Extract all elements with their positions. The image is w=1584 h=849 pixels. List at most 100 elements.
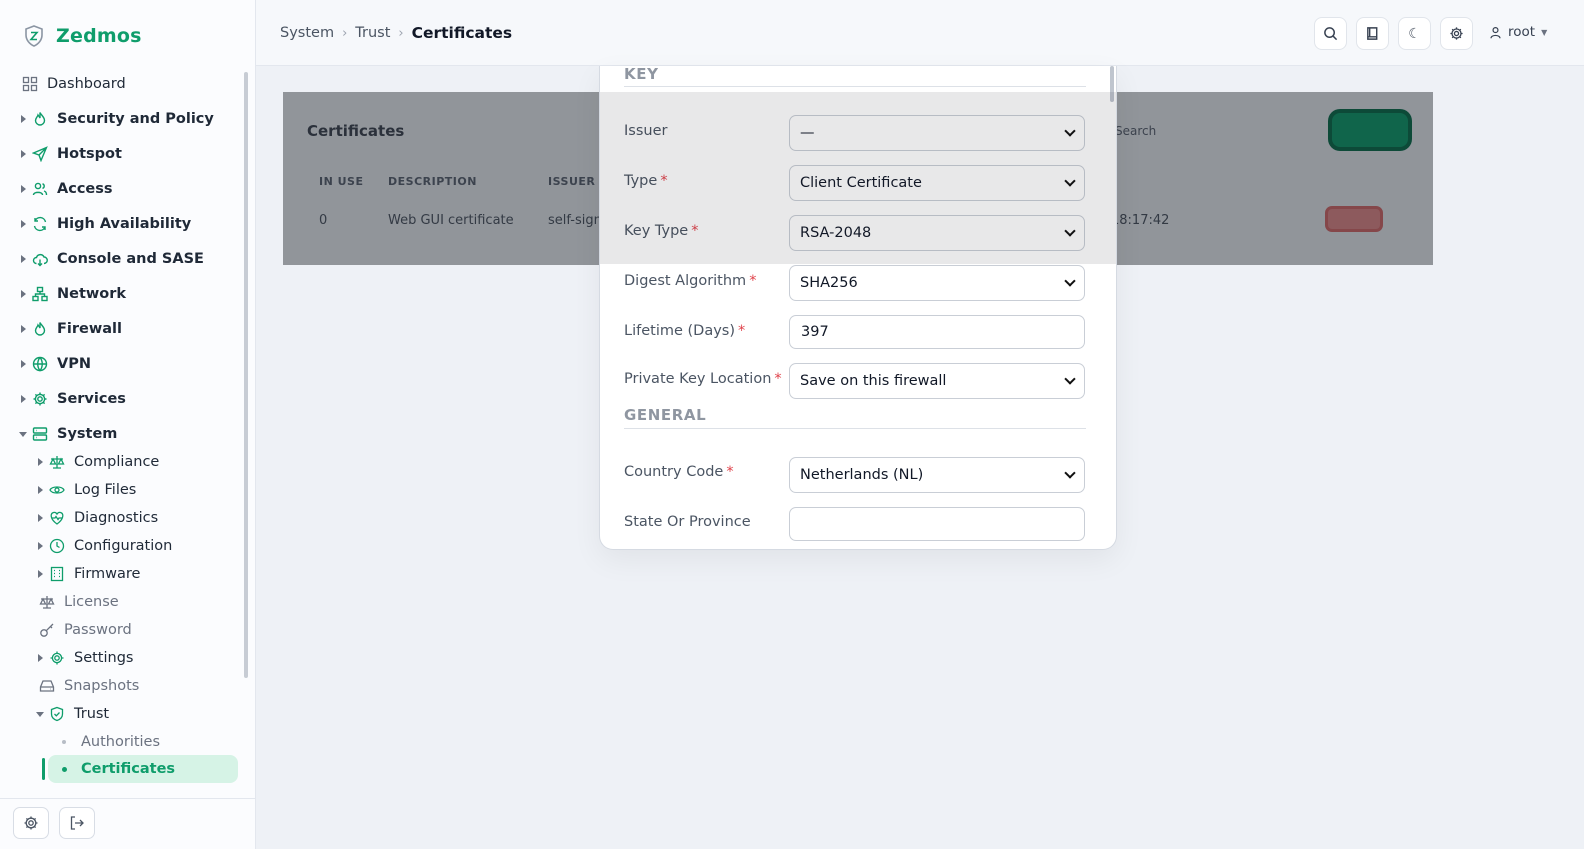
sidebar-item-services[interactable]: Services — [0, 385, 246, 413]
required-marker: * — [774, 371, 782, 387]
clock-icon — [49, 538, 65, 554]
bullet-icon — [62, 740, 66, 744]
section-key-title: KEY — [624, 66, 659, 83]
sidebar-item-diagnostics[interactable]: Diagnostics — [0, 504, 246, 532]
country-code-select[interactable]: Netherlands (NL) — [789, 457, 1085, 493]
sidebar-item-label: License — [64, 594, 119, 610]
docs-button[interactable] — [1356, 17, 1389, 50]
settings-button[interactable] — [13, 807, 49, 839]
sidebar-item-license[interactable]: License — [0, 588, 246, 616]
globe-icon — [32, 356, 48, 372]
chevron-down-icon — [1064, 125, 1076, 137]
logout-button[interactable] — [59, 807, 95, 839]
sidebar-item-label: Password — [64, 622, 132, 638]
drive-icon — [39, 680, 55, 692]
sidebar-item-label: Authorities — [81, 734, 161, 750]
required-marker: * — [691, 223, 699, 239]
caret-down-icon — [36, 711, 44, 717]
pk-location-label-text: Private Key Location — [624, 371, 772, 387]
sidebar-item-system[interactable]: System — [0, 420, 246, 448]
type-select[interactable]: Client Certificate — [789, 165, 1085, 201]
state-label: State Or Province — [624, 514, 751, 530]
gear-icon — [33, 392, 47, 406]
key-type-label-text: Key Type — [624, 223, 689, 239]
caret-right-icon — [21, 185, 26, 193]
sidebar-item-firmware[interactable]: Firmware — [0, 560, 246, 588]
key-type-select[interactable]: RSA-2048 — [789, 215, 1085, 251]
sidebar-item-configuration[interactable]: Configuration — [0, 532, 246, 560]
lifetime-days-input[interactable] — [789, 315, 1085, 349]
digest-algorithm-select[interactable]: SHA256 — [789, 265, 1085, 301]
chevron-right-icon: › — [342, 25, 348, 41]
chevron-down-icon — [1064, 225, 1076, 237]
lifetime-label-text: Lifetime (Days) — [624, 323, 736, 339]
sidebar-item-label: Certificates — [81, 761, 176, 777]
sidebar-item-vpn[interactable]: VPN — [0, 350, 246, 378]
sidebar-item-label: Configuration — [74, 538, 173, 554]
flame-icon — [34, 322, 46, 336]
sidebar-item-hotspot[interactable]: Hotspot — [0, 140, 246, 168]
chevron-right-icon: › — [398, 25, 404, 41]
breadcrumb-item-trust[interactable]: Trust — [355, 25, 390, 41]
state-or-province-input[interactable] — [789, 507, 1085, 541]
user-icon — [1490, 26, 1501, 38]
sidebar-scrollbar[interactable] — [244, 72, 248, 678]
heart-icon — [50, 511, 64, 525]
sidebar-item-label: Log Files — [74, 482, 137, 498]
theme-toggle-button[interactable]: ☾ — [1398, 17, 1431, 50]
issuer-value: — — [800, 125, 815, 141]
sidebar-item-console-and-sase[interactable]: Console and SASE — [0, 245, 246, 273]
search-button[interactable] — [1314, 17, 1347, 50]
sidebar-item-compliance[interactable]: Compliance — [0, 448, 246, 476]
sidebar-item-access[interactable]: Access — [0, 175, 246, 203]
sidebar-item-certificates[interactable]: Certificates — [0, 755, 246, 783]
breadcrumb: System › Trust › Certificates — [280, 24, 512, 42]
gear-icon — [1450, 27, 1463, 40]
user-name: root — [1508, 24, 1536, 40]
brand[interactable]: Zedmos — [22, 24, 142, 48]
refresh-icon — [33, 216, 47, 232]
breadcrumb-item-system[interactable]: System — [280, 25, 334, 41]
send-icon — [32, 146, 48, 162]
type-label-text: Type — [624, 173, 658, 189]
search-icon — [1324, 27, 1338, 41]
preferences-button[interactable] — [1440, 17, 1473, 50]
sidebar-item-log-files[interactable]: Log Files — [0, 476, 246, 504]
sidebar-item-network[interactable]: Network — [0, 280, 246, 308]
sidebar-item-security-and-policy[interactable]: Security and Policy — [0, 105, 246, 133]
sidebar-item-snapshots[interactable]: Snapshots — [0, 672, 246, 700]
issuer-label: Issuer — [624, 123, 668, 139]
sidebar-item-label: Compliance — [74, 454, 160, 470]
caret-right-icon — [38, 542, 43, 550]
sidebar-item-firewall[interactable]: Firewall — [0, 315, 246, 343]
divider — [624, 86, 1086, 87]
scale-icon — [39, 596, 55, 609]
sidebar-item-authorities[interactable]: Authorities — [0, 728, 246, 756]
caret-right-icon — [21, 150, 26, 158]
grid-icon — [22, 76, 38, 92]
chevron-down-icon — [1064, 275, 1076, 287]
caret-right-icon — [21, 220, 26, 228]
flame-icon — [34, 112, 46, 126]
key-type-value: RSA-2048 — [800, 225, 872, 241]
sidebar-item-high-availability[interactable]: High Availability — [0, 210, 246, 238]
divider — [624, 428, 1086, 429]
sidebar-item-trust[interactable]: Trust — [0, 700, 246, 728]
issuer-select[interactable]: — — [789, 115, 1085, 151]
sidebar-item-password[interactable]: Password — [0, 616, 246, 644]
logout-icon — [70, 816, 84, 830]
sidebar-item-dashboard[interactable]: Dashboard — [0, 70, 246, 98]
network-icon — [32, 286, 48, 302]
modal-scrollbar[interactable] — [1110, 66, 1114, 102]
sidebar-item-settings[interactable]: Settings — [0, 644, 246, 672]
sidebar: Zedmos Dashboard Security and Policy Hot… — [0, 0, 256, 849]
private-key-location-select[interactable]: Save on this firewall — [789, 363, 1085, 399]
user-menu[interactable]: root ▼ — [1489, 24, 1547, 40]
caret-right-icon — [21, 255, 26, 263]
chevron-down-icon — [1064, 373, 1076, 385]
book-icon — [1367, 27, 1378, 40]
users-icon — [32, 182, 48, 196]
sidebar-item-label: Console and SASE — [57, 251, 204, 267]
chevron-down-icon — [1064, 467, 1076, 479]
server-icon — [32, 427, 48, 441]
